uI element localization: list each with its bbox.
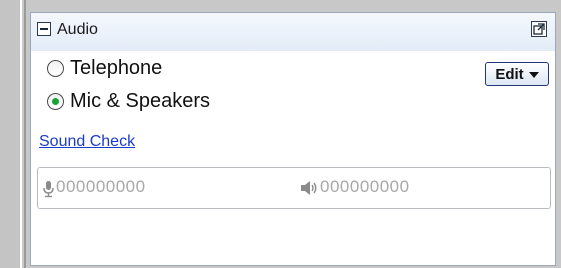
collapse-icon[interactable] <box>37 22 51 36</box>
mic-level-meter: 000000000 <box>56 177 146 196</box>
speaker-icon <box>301 181 317 195</box>
panel-title: Audio <box>57 21 98 38</box>
dropdown-arrow-icon <box>528 72 539 78</box>
radio-mic-speakers[interactable]: Mic & Speakers <box>47 90 210 113</box>
radio-telephone[interactable]: Telephone <box>47 57 162 80</box>
popout-glyph-icon <box>533 23 545 35</box>
telephone-label: Telephone <box>70 57 163 79</box>
audio-level-box: 000000000 000000000 <box>37 167 551 209</box>
speaker-level-meter: 000000000 <box>320 177 410 196</box>
audio-panel: Audio Telephone Mic & Speakers Edit Soun… <box>30 12 556 266</box>
microphone-icon <box>43 181 54 198</box>
edit-button-label: Edit <box>495 65 524 83</box>
window-edge-highlight <box>20 0 22 268</box>
window-edge <box>0 0 22 268</box>
panel-header: Audio <box>31 13 555 51</box>
sound-check-link[interactable]: Sound Check <box>39 133 135 151</box>
radio-button-telephone[interactable] <box>47 60 64 77</box>
window-edge-shadow <box>24 0 26 268</box>
edit-button[interactable]: Edit <box>485 62 549 86</box>
mic-speakers-label: Mic & Speakers <box>70 90 211 112</box>
popout-icon[interactable] <box>531 21 547 37</box>
radio-button-mic-speakers[interactable] <box>47 93 64 110</box>
